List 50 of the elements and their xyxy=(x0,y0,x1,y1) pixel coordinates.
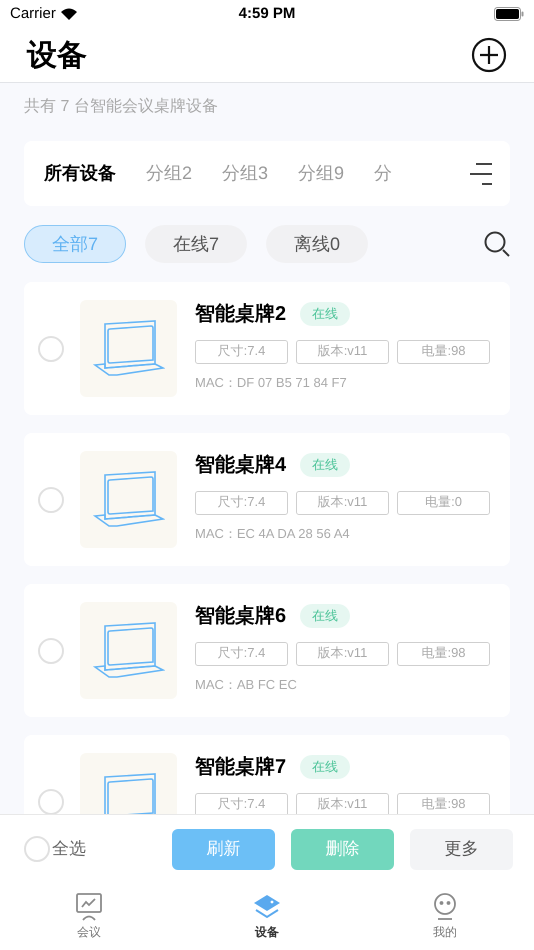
device-count-text: 共有 7 台智能会议桌牌设备 xyxy=(24,96,219,117)
spec-tag: 尺寸:7.4 xyxy=(195,642,288,666)
spec-tag: 电量:0 xyxy=(397,491,490,515)
spec-tag: 版本:v11 xyxy=(296,340,389,364)
select-all-checkbox[interactable]: 全选 xyxy=(24,836,172,862)
status-badge: 在线 xyxy=(300,755,350,779)
desk-sign-icon xyxy=(92,470,164,528)
spec-tag: 尺寸:7.4 xyxy=(195,491,288,515)
nav-tab[interactable]: 我的 xyxy=(356,883,534,950)
spec-tag: 版本:v11 xyxy=(296,491,389,515)
mac-address: MAC：EC 4A DA 28 56 A4 xyxy=(195,525,351,543)
device-name: 智能桌牌7 xyxy=(195,755,286,780)
status-badge: 在线 xyxy=(300,302,350,326)
status-time: 4:59 PM xyxy=(238,4,296,24)
device-card[interactable]: 智能桌牌6 在线 尺寸:7.4 版本:v11 电量:98 MAC：AB FC EC xyxy=(24,584,510,717)
spec-tag: 版本:v11 xyxy=(296,642,389,666)
filter-chip[interactable]: 在线7 xyxy=(145,225,247,263)
device-name: 智能桌牌2 xyxy=(195,302,286,327)
face-icon xyxy=(432,892,458,920)
group-tab[interactable]: 所有设备 xyxy=(44,152,116,195)
checkbox[interactable] xyxy=(38,486,64,512)
spec-tag: 尺寸:7.4 xyxy=(195,340,288,364)
mac-address: MAC：DF 07 B5 71 84 F7 xyxy=(195,374,348,392)
battery-icon xyxy=(494,7,524,21)
carrier-label: Carrier xyxy=(10,4,56,24)
chart-screen-icon xyxy=(76,892,102,920)
action-button[interactable]: 更多 xyxy=(410,828,513,870)
nav-tab[interactable]: 会议 xyxy=(0,883,178,950)
device-card[interactable]: 智能桌牌2 在线 尺寸:7.4 版本:v11 电量:98 MAC：DF 07 B5 71 84 F7 xyxy=(24,282,510,415)
wifi-icon xyxy=(60,8,78,20)
device-card[interactable]: 智能桌牌7 在线 尺寸:7.4 版本:v11 电量:98 xyxy=(24,735,510,814)
add-icon[interactable] xyxy=(471,37,507,73)
mac-address: MAC：AB FC EC xyxy=(195,676,298,694)
desk-sign-icon xyxy=(92,622,164,680)
layers-icon xyxy=(253,892,281,920)
page-title: 设备 xyxy=(27,38,87,74)
device-card[interactable]: 智能桌牌4 在线 尺寸:7.4 版本:v11 电量:0 MAC：EC 4A DA 28 56 A4 xyxy=(24,433,510,566)
filter-chip[interactable]: 离线0 xyxy=(266,225,368,263)
spec-tag: 电量:98 xyxy=(397,642,490,666)
search-icon[interactable] xyxy=(484,231,510,257)
menu-icon[interactable] xyxy=(470,162,494,186)
nav-tab[interactable]: 设备 xyxy=(178,883,356,950)
device-name: 智能桌牌6 xyxy=(195,604,286,629)
spec-tag: 电量:98 xyxy=(397,340,490,364)
device-name: 智能桌牌4 xyxy=(195,453,286,478)
checkbox[interactable] xyxy=(38,638,64,664)
status-badge: 在线 xyxy=(300,604,350,628)
desk-sign-icon xyxy=(92,320,164,378)
status-badge: 在线 xyxy=(300,453,350,477)
checkbox[interactable] xyxy=(38,336,64,362)
